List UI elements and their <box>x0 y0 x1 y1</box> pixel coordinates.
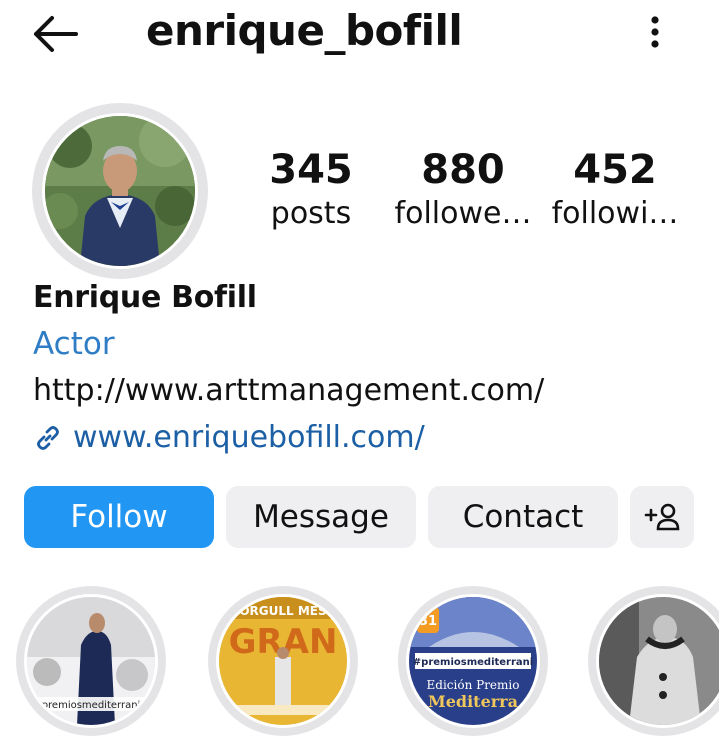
link-icon <box>37 425 59 450</box>
profile-link[interactable]: www.enriquebofill.com/ <box>33 420 425 455</box>
profile-name: Enrique Bofill <box>33 280 257 315</box>
more-options-icon[interactable] <box>640 12 670 52</box>
suggest-people-button[interactable] <box>630 486 694 548</box>
highlight-3-badge: 31 <box>419 614 437 629</box>
stat-posts-count: 345 <box>269 147 353 193</box>
story-highlight-3[interactable]: 31 #premiosmediterrani Edición Premio Me… <box>398 586 548 736</box>
stat-followers-count: 880 <box>421 147 505 193</box>
stat-following[interactable]: 452 followi… <box>540 146 690 234</box>
highlight-thumbnail[interactable]: ORGULL MES GRAN <box>216 594 350 728</box>
message-button[interactable]: Message <box>226 486 416 548</box>
profile-header: enrique_bofill <box>0 0 719 70</box>
contact-button[interactable]: Contact <box>428 486 618 548</box>
profile-link-text[interactable]: www.enriquebofill.com/ <box>73 420 425 455</box>
bio-text: http://www.arttmanagement.com/ <box>33 373 545 408</box>
highlight-3-title: Mediterra <box>428 692 518 711</box>
profile-username: enrique_bofill <box>146 6 463 55</box>
add-person-icon <box>644 503 680 531</box>
story-highlight-2[interactable]: ORGULL MES GRAN <box>208 586 358 736</box>
highlight-2-caption: ORGULL MES <box>239 604 326 618</box>
stat-following-label: followi… <box>551 196 679 231</box>
highlight-thumbnail[interactable]: premiosmediterrani <box>24 594 158 728</box>
highlight-thumbnail[interactable] <box>596 594 719 728</box>
highlight-thumbnail[interactable]: 31 #premiosmediterrani Edición Premio Me… <box>406 594 540 728</box>
highlight-1-caption: premiosmediterrani <box>42 700 141 711</box>
highlight-3-caption: #premiosmediterrani <box>413 657 533 668</box>
follow-button[interactable]: Follow <box>24 486 214 548</box>
stat-following-count: 452 <box>573 147 657 193</box>
stat-followers[interactable]: 880 followe… <box>388 146 538 234</box>
story-highlight-4[interactable] <box>588 586 719 736</box>
stat-posts-label: posts <box>270 196 352 231</box>
story-highlight-1[interactable]: premiosmediterrani <box>16 586 166 736</box>
highlight-3-sub: Edición Premio <box>427 678 520 692</box>
back-arrow-icon[interactable] <box>30 14 82 54</box>
avatar-ring[interactable] <box>32 103 208 279</box>
profile-category[interactable]: Actor <box>33 326 115 362</box>
avatar[interactable] <box>42 113 198 269</box>
stat-followers-label: followe… <box>394 196 532 231</box>
stat-posts[interactable]: 345 posts <box>236 146 386 234</box>
